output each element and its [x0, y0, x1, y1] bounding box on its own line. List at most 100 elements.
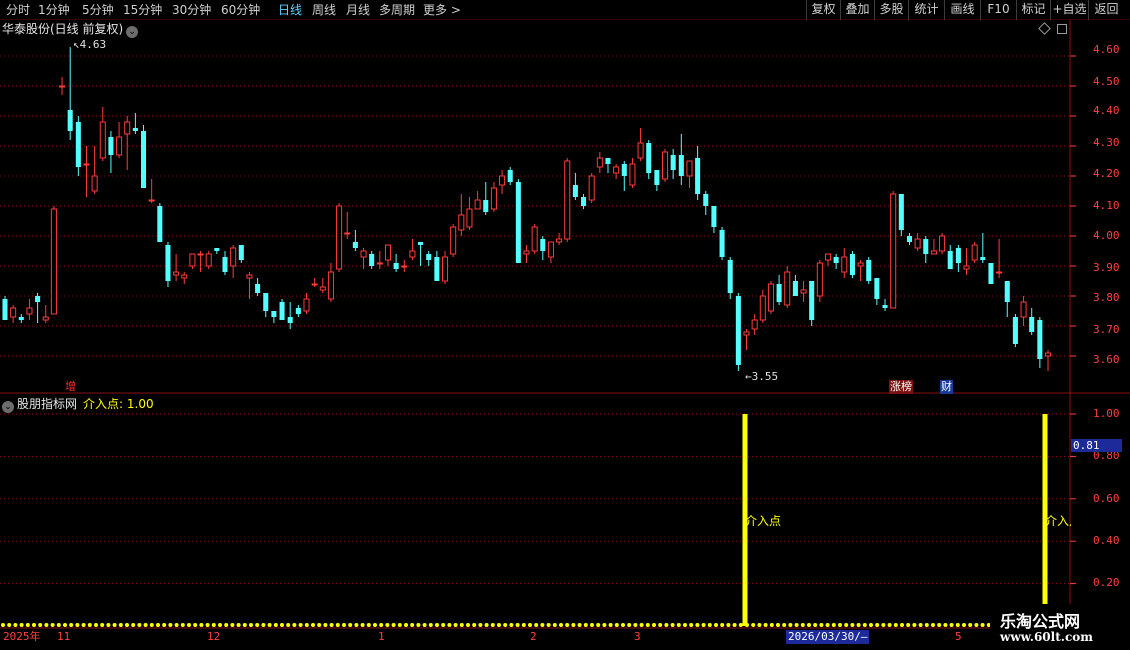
event-tag-limit-up[interactable]: 涨榜 [889, 380, 913, 394]
candle-body-down [271, 311, 277, 317]
watermark: 乐淘公式网 www.60lt.com [990, 604, 1130, 650]
indicator-baseline-dot [497, 623, 501, 627]
date-tick: 3 [634, 630, 641, 643]
candle-body-down [980, 257, 986, 260]
candle-body-up [637, 142, 644, 159]
candle-body-up [914, 238, 921, 249]
candle [939, 233, 946, 254]
indicator-baseline-dot [850, 623, 855, 627]
indicator-baseline-dot [683, 623, 687, 627]
kline-chart[interactable] [0, 0, 1130, 650]
candle-body-down [776, 284, 782, 302]
candle-body-down [2, 299, 8, 320]
indicator-baseline-dot [955, 623, 960, 627]
candle-body-up [450, 226, 457, 255]
candle [441, 251, 449, 284]
indicator-baseline-dot [844, 623, 849, 627]
indicator-baseline-dot [441, 623, 446, 627]
candle [91, 146, 98, 194]
candle [474, 191, 481, 210]
candle [483, 182, 489, 215]
indicator-title[interactable]: ⌄ 股朋指标网 介入点: 1.00 [2, 396, 154, 413]
indicator-baseline-dot [559, 623, 563, 627]
date-tick: 2025年 [3, 630, 41, 643]
indicator-baseline-dot [435, 623, 439, 627]
candle [572, 173, 578, 200]
candle-body-down [515, 182, 521, 263]
candle-body-down [882, 305, 888, 308]
candle-body-up [344, 232, 351, 235]
candle [531, 224, 538, 254]
crosshair-date: 2026/03/30/— [786, 630, 870, 644]
candle-body-up [230, 247, 237, 267]
candle [523, 245, 530, 263]
candle-body-down [866, 260, 872, 281]
indicator-baseline-dot [236, 623, 241, 627]
candle-body-up [336, 205, 343, 270]
candle [189, 253, 196, 269]
candle [295, 305, 301, 317]
candle [988, 263, 994, 284]
signal-label-clipped: 介入点 [1045, 514, 1071, 528]
candle-body-up [816, 262, 823, 297]
indicator-baseline-dot [174, 623, 179, 627]
chevron-down-icon[interactable]: ⌄ [2, 401, 14, 413]
candle [507, 167, 513, 185]
indicator-baseline-dot [273, 623, 278, 627]
candle-body-up [890, 193, 897, 309]
candle [1020, 296, 1027, 326]
chevron-down-icon[interactable]: ⌄ [126, 26, 139, 38]
indicator-baseline-dot [453, 623, 458, 627]
candle-body-down [540, 239, 546, 251]
indicator-baseline-dot [87, 623, 92, 627]
candle-body-up [59, 85, 66, 88]
indicator-baseline-dot [1, 623, 5, 627]
candle-body-down [849, 254, 855, 275]
candle-body-up [409, 250, 416, 258]
candle [809, 281, 815, 326]
indicator-baseline-dot [670, 623, 675, 627]
indicator-tick: 0.40 [1093, 534, 1120, 547]
indicator-baseline-dot [639, 623, 644, 627]
stock-title[interactable]: 华泰股份(日线 前复权) ⌄ [2, 21, 139, 38]
maximize-icon[interactable] [1057, 24, 1067, 34]
indicator-baseline-dot [608, 623, 613, 627]
event-tag-finance[interactable]: 财 [940, 380, 953, 394]
candle-body-up [384, 244, 392, 261]
indicator-baseline-dot [428, 623, 433, 627]
indicator-baseline-dot [416, 623, 421, 627]
candle-body-down [75, 122, 81, 167]
candle [711, 206, 717, 233]
candle-body-down [792, 281, 798, 296]
candle-body-down [988, 263, 994, 284]
indicator-baseline-dot [788, 623, 793, 627]
indicator-baseline-dot [652, 623, 656, 627]
candle [637, 128, 644, 161]
candle-body-up [841, 256, 848, 273]
candle-body-down [222, 257, 228, 272]
indicator-baseline-dot [335, 623, 340, 627]
candle [759, 290, 766, 323]
candle-body-up [246, 274, 253, 279]
candle [222, 251, 228, 275]
candle-body-up [939, 235, 946, 252]
candle [409, 239, 416, 260]
indicator-baseline-dot [726, 623, 731, 627]
indicator-baseline-dot [478, 623, 483, 627]
indicator-baseline-dot [242, 623, 247, 627]
price-tick: 3.90 [1093, 261, 1120, 274]
event-tag-add[interactable]: 增 [64, 380, 77, 394]
candle-body-down [108, 137, 114, 155]
indicator-baseline-dot [949, 623, 954, 627]
indicator-baseline-dot [769, 623, 774, 627]
indicator-baseline-dot [180, 623, 185, 627]
candle-body-up [971, 244, 978, 261]
indicator-baseline-dot [490, 623, 495, 627]
indicator-baseline-dot [397, 623, 402, 627]
candle [108, 131, 114, 173]
indicator-baseline-dot [714, 623, 718, 627]
candle [50, 206, 57, 315]
indicator-baseline-dot [875, 623, 880, 627]
indicator-baseline-dot [583, 623, 588, 627]
indicator-baseline-dot [323, 623, 328, 627]
